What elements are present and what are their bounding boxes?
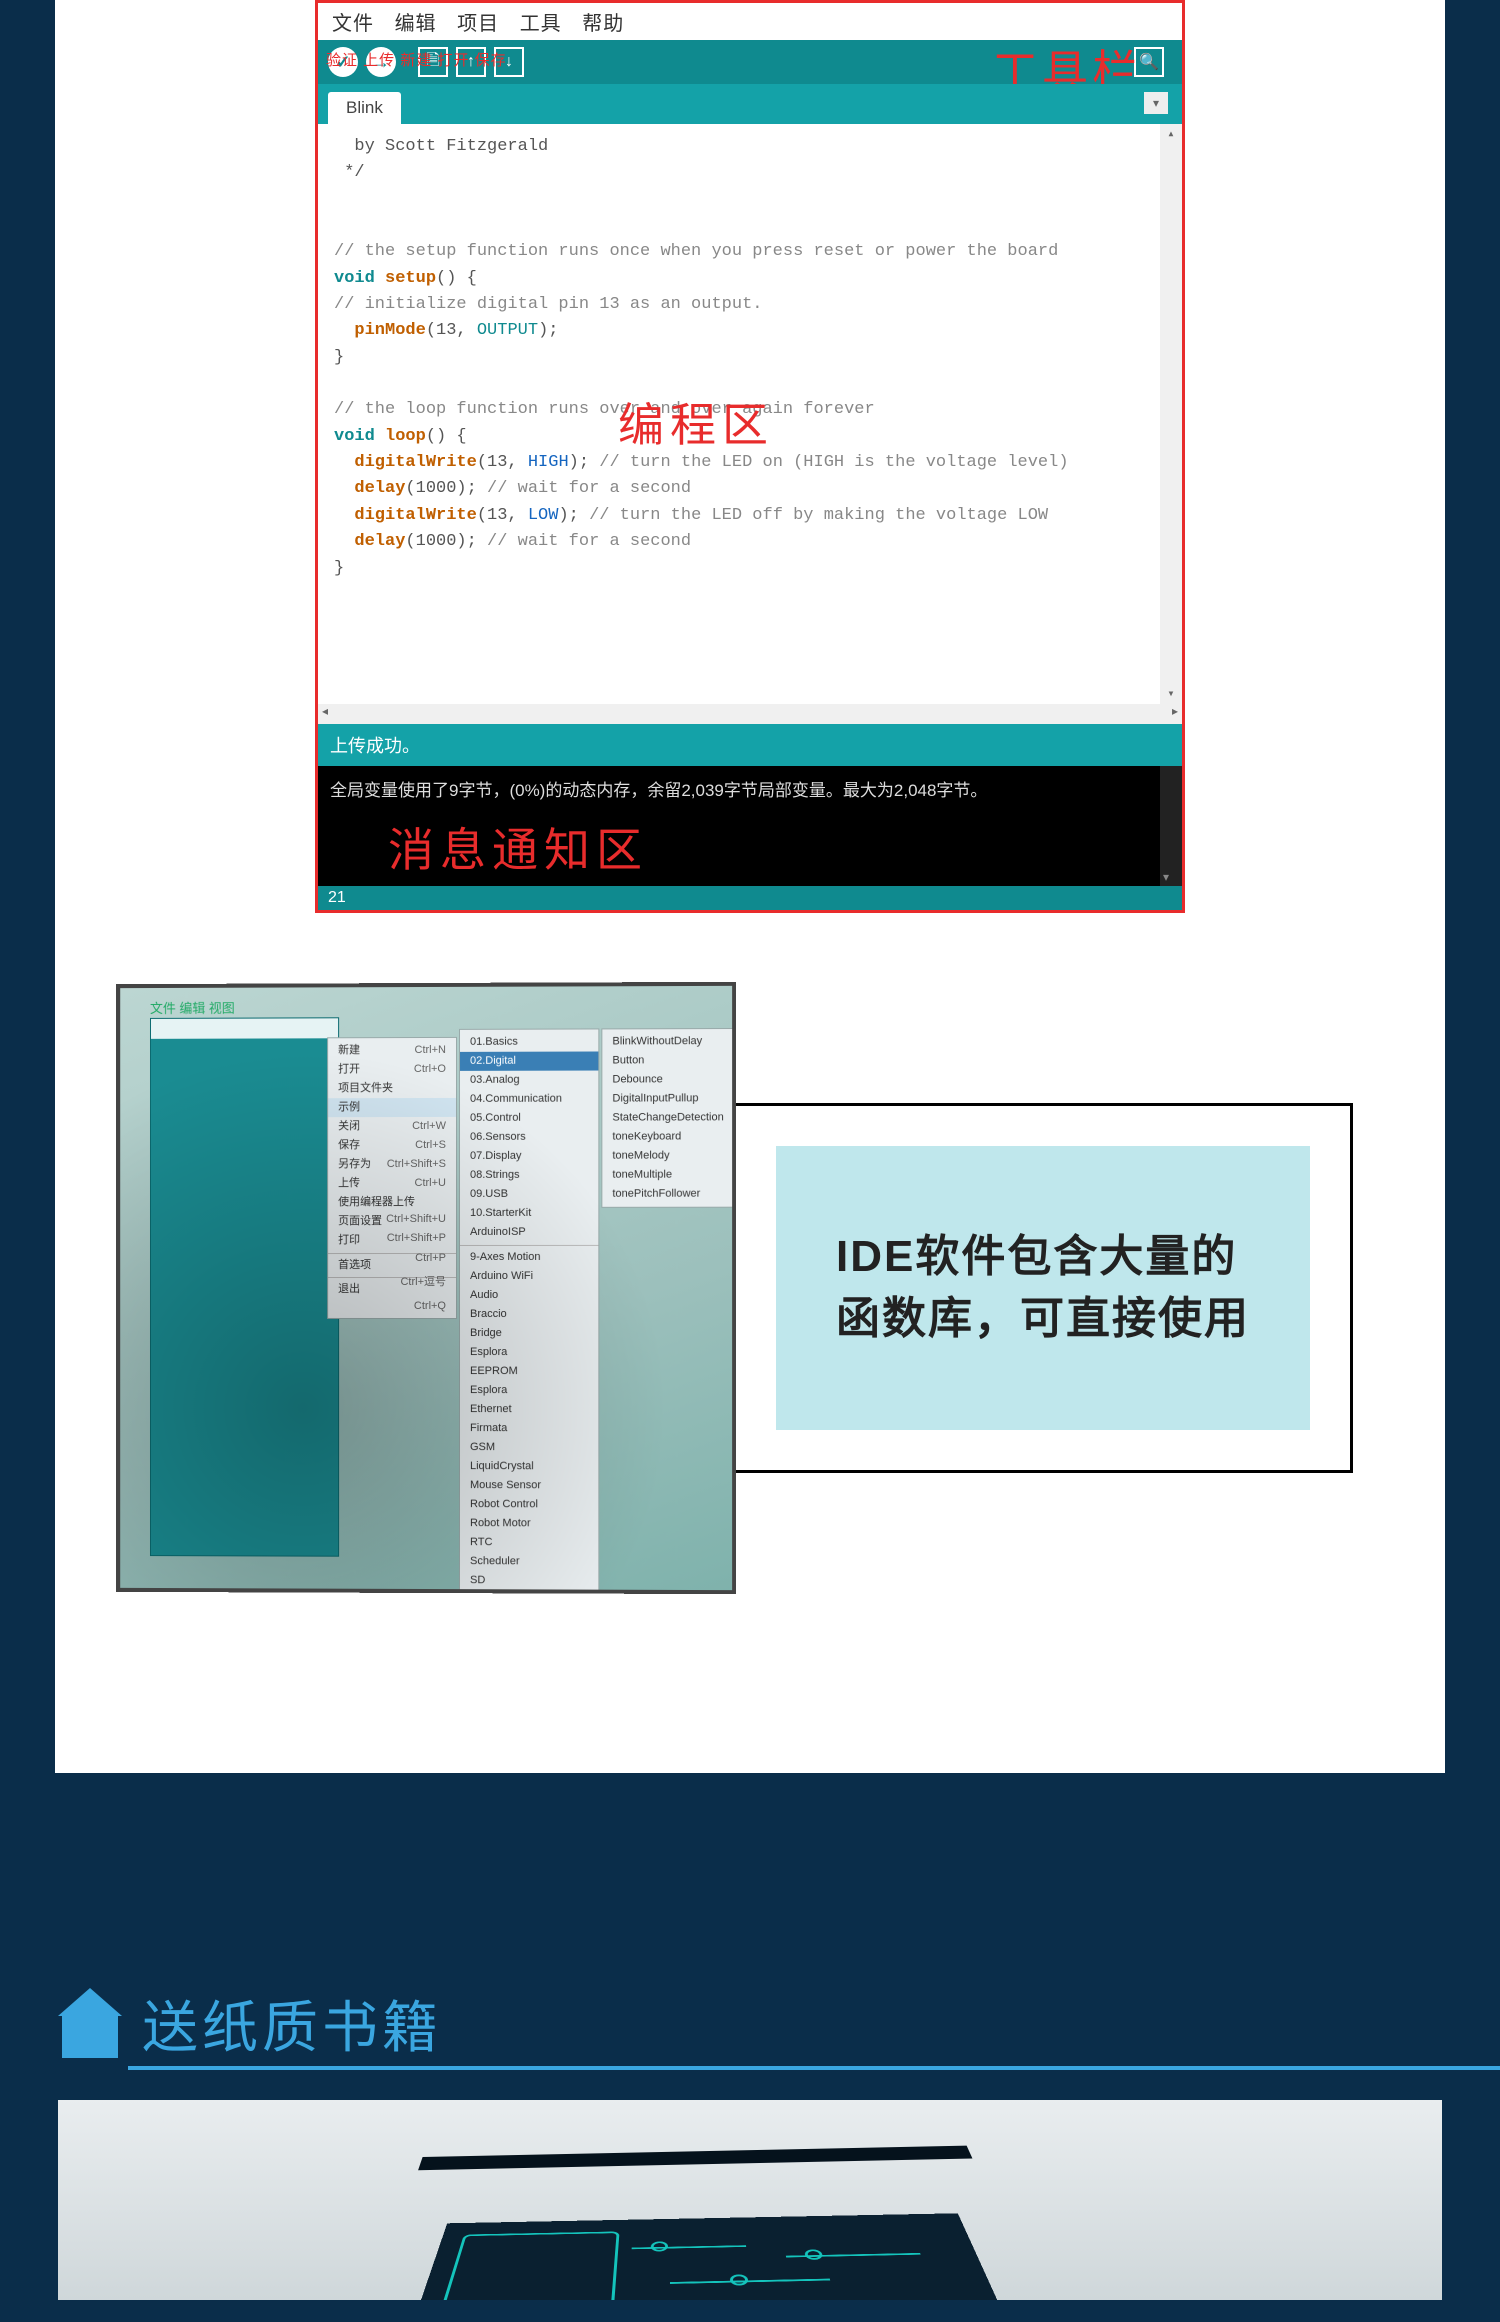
file-menu[interactable]: 新建Ctrl+N打开Ctrl+O项目文件夹示例关闭Ctrl+W保存Ctrl+S另… [327,1037,457,1319]
code-annotation: 编程区 [618,394,774,465]
ide-window [150,1017,339,1556]
menu-item[interactable]: 工具 [520,13,562,35]
menu-item[interactable]: 上传Ctrl+U [328,1174,456,1193]
console: 全局变量使用了9字节，(0%)的动态内存，余留2,039字节局部变量。最大为2,… [318,766,1182,886]
menu-item[interactable]: 10.StarterKit [460,1204,598,1223]
menu-item[interactable]: toneMultiple [602,1166,736,1185]
horizontal-scrollbar[interactable]: ◂▸ [318,704,1182,724]
menu-item[interactable]: 保存Ctrl+S [328,1136,456,1155]
tab-dropdown[interactable]: ▾ [1144,92,1168,114]
menu-item[interactable]: Braccio [460,1305,598,1324]
menu-item[interactable]: Button [602,1051,736,1071]
menu-item[interactable]: 打印Ctrl+P [328,1231,456,1250]
menu-item[interactable]: 06.Sensors [460,1128,598,1147]
status-bar: 上传成功。 [318,724,1182,766]
ide-tabbar: Blink ▾ [318,84,1182,124]
console-scrollbar[interactable]: ▾ [1160,766,1182,886]
menu-item[interactable]: 05.Control [460,1109,598,1128]
ide-menubar: 文件 编辑 项目 工具 帮助 [318,3,1182,40]
menu-item[interactable]: Scheduler [460,1552,598,1572]
code-editor[interactable]: ▴▾ by Scott Fitzgerald */ // the setup f… [318,124,1182,704]
menu-item[interactable]: 02.Digital [460,1052,598,1071]
ide-screenshot: 文件 编辑 项目 工具 帮助 ✓ → 🗎 ↑ ↓ 🔍 工具栏 验证 上传 新建 … [55,0,1445,913]
menu-item[interactable]: 03.Analog [460,1071,598,1090]
menu-item[interactable]: ArduinoISP [460,1223,598,1242]
menu-item[interactable]: 08.Strings [460,1166,598,1185]
console-annotation: 消息通知区 [388,814,648,880]
examples-menu[interactable]: 01.Basics02.Digital03.Analog04.Communica… [459,1028,599,1594]
menu-item[interactable]: Esplora [460,1381,598,1400]
menu-item[interactable]: 9-Axes Motion [460,1247,598,1266]
menu-item[interactable]: 使用编程器上传Ctrl+Shift+U [328,1193,456,1212]
home-icon [62,2014,118,2058]
callout-line2: 函数库，可直接使用 [836,1294,1250,1343]
menu-item[interactable]: 项目文件夹 [328,1079,456,1098]
menu-item[interactable]: 项目 [457,13,499,35]
section-title: 送纸质书籍 [142,1983,442,2064]
menu-item[interactable]: 页面设置Ctrl+Shift+P [328,1212,456,1231]
menu-item[interactable]: Audio [460,1286,598,1305]
menu-item[interactable]: 编辑 [395,13,437,35]
menu-item[interactable]: EEPROM [460,1362,598,1381]
menu-item[interactable]: Debounce [602,1070,736,1089]
menu-item[interactable]: StateChangeDetection [602,1108,736,1127]
photo-topbar: 文件 编辑 视图 [150,998,235,1017]
menu-item[interactable]: Mouse Sensor [460,1476,598,1495]
photo-toolbar: A ✓ ✗ □ ▣ ▤ * A ▼ ... 便笺 ▣ ▤ [150,1031,326,1047]
menu-item[interactable]: toneKeyboard [602,1128,736,1147]
menu-item[interactable]: tonePitchFollower [602,1185,736,1204]
menu-item[interactable]: toneMelody [602,1147,736,1166]
menu-item[interactable]: SD [460,1571,598,1591]
menu-item[interactable]: 另存为Ctrl+Shift+S [328,1155,456,1174]
menu-item[interactable]: Arduino WiFi [460,1267,598,1286]
menu-item[interactable]: Robot Control [460,1495,598,1514]
callout-line1: IDE软件包含大量的 [836,1232,1237,1281]
menu-item[interactable]: 帮助 [582,13,624,35]
menu-item[interactable]: 示例 [328,1098,456,1117]
menu-item[interactable]: 打开Ctrl+O [328,1060,456,1079]
menu-item[interactable]: 04.Communication [460,1090,598,1109]
section-divider [128,2066,1500,2070]
menu-item[interactable]: RTC [460,1533,598,1553]
menu-item[interactable]: BlinkWithoutDelay [602,1032,736,1052]
menu-item[interactable]: GSM [460,1438,598,1457]
menu-item[interactable]: 文件 [332,13,374,35]
menu-item[interactable]: Bridge [460,1324,598,1343]
vertical-scrollbar[interactable]: ▴▾ [1160,124,1182,704]
callout-box: IDE软件包含大量的函数库，可直接使用 [733,1103,1353,1473]
menu-item[interactable]: 关闭Ctrl+W [328,1117,456,1136]
menu-item[interactable]: DigitalInputPullup [602,1089,736,1108]
menu-item[interactable]: Ethernet [460,1400,598,1419]
toolbar-small-labels: 验证 上传 新建 打开 保存 [326,49,507,70]
menu-item[interactable]: Esplora [460,1343,598,1362]
ide-tab[interactable]: Blink [328,92,401,124]
menu-item[interactable]: 09.USB [460,1185,598,1204]
menu-item[interactable]: 新建Ctrl+N [328,1041,456,1060]
menu-item[interactable]: 01.Basics [460,1032,598,1051]
menu-item[interactable]: Firmata [460,1419,598,1438]
menu-item[interactable]: Robot Motor [460,1514,598,1533]
book-photo [58,2100,1442,2300]
menu-item[interactable]: 07.Display [460,1147,598,1166]
examples-submenu[interactable]: BlinkWithoutDelayButtonDebounceDigitalIn… [601,1028,736,1208]
menu-item[interactable]: LiquidCrystal [460,1457,598,1476]
photo-right-text: b( A... [684,1040,726,1058]
ide-footer: 21 [318,886,1182,910]
ide-examples-photo: 文件 编辑 视图 A ✓ ✗ □ ▣ ▤ * A ▼ ... 便笺 ▣ ▤ b(… [116,982,736,1594]
menu-item[interactable]: 退出Ctrl+Q [328,1280,456,1299]
menu-item[interactable]: 首选项Ctrl+逗号 [328,1256,456,1275]
